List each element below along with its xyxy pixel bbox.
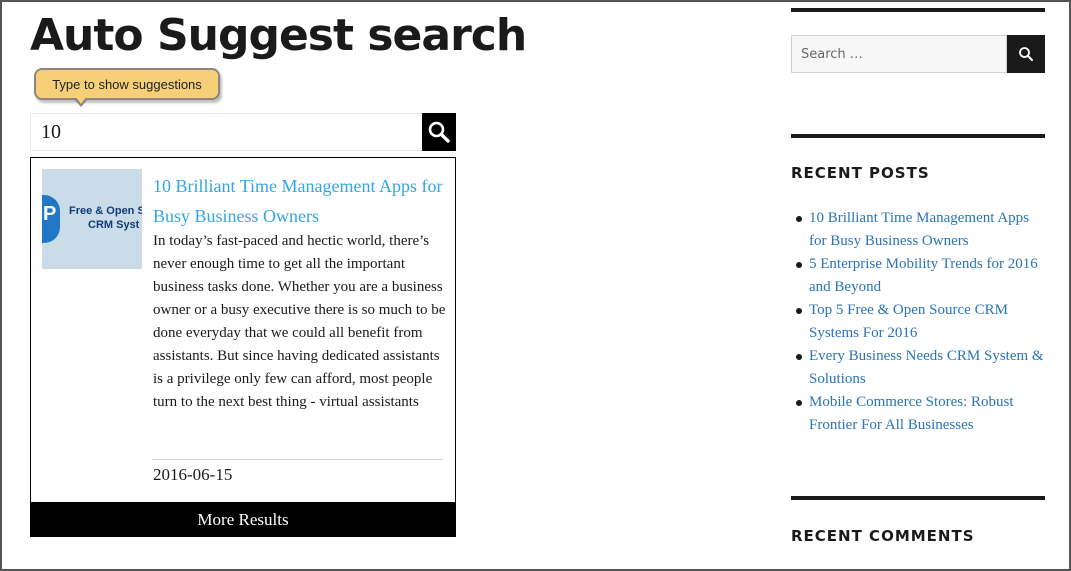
recent-post-link[interactable]: Top 5 Free & Open Source CRM Systems For… xyxy=(809,302,1008,341)
recent-post-link[interactable]: 5 Enterprise Mobility Trends for 2016 an… xyxy=(809,256,1038,295)
thumbnail-text-line2: CRM Syst xyxy=(88,219,140,231)
list-item: 10 Brilliant Time Management Apps for Bu… xyxy=(793,207,1049,253)
sidebar-search xyxy=(791,35,1045,73)
thumbnail-letter: P xyxy=(43,203,57,225)
list-item: Every Business Needs CRM System & Soluti… xyxy=(793,345,1049,391)
result-date: 2016-06-15 xyxy=(153,465,233,484)
auto-suggest-input[interactable] xyxy=(30,113,422,151)
sidebar-search-button[interactable] xyxy=(1007,35,1045,73)
result-excerpt: In today’s fast-paced and hectic world, … xyxy=(153,233,446,410)
search-icon xyxy=(1019,47,1033,61)
recent-posts-list: 10 Brilliant Time Management Apps for Bu… xyxy=(793,207,1049,437)
sidebar-divider xyxy=(791,496,1045,500)
result-thumbnail[interactable]: P Free & Open S CRM Syst xyxy=(42,169,142,269)
search-icon xyxy=(428,121,450,143)
recent-post-link[interactable]: Mobile Commerce Stores: Robust Frontier … xyxy=(809,394,1014,433)
page-title: Auto Suggest search xyxy=(30,10,527,61)
result-title-link[interactable]: 10 Brilliant Time Management Apps for Bu… xyxy=(153,171,449,231)
recent-comments-heading: RECENT COMMENTS xyxy=(791,527,975,545)
sidebar-divider xyxy=(791,8,1045,12)
tooltip-tail xyxy=(74,97,88,107)
tooltip-text: Type to show suggestions xyxy=(52,76,202,92)
auto-suggest-search-button[interactable] xyxy=(422,113,456,151)
result-divider xyxy=(153,459,443,460)
sidebar-search-input[interactable] xyxy=(791,35,1007,73)
suggestion-tooltip: Type to show suggestions xyxy=(34,68,220,107)
recent-post-link[interactable]: Every Business Needs CRM System & Soluti… xyxy=(809,348,1044,387)
recent-post-link[interactable]: 10 Brilliant Time Management Apps for Bu… xyxy=(809,210,1029,249)
list-item: 5 Enterprise Mobility Trends for 2016 an… xyxy=(793,253,1049,299)
list-item: Top 5 Free & Open Source CRM Systems For… xyxy=(793,299,1049,345)
more-results-button[interactable]: More Results xyxy=(30,502,456,537)
suggestion-dropdown: P Free & Open S CRM Syst 10 Brilliant Ti… xyxy=(30,157,456,537)
recent-posts-heading: RECENT POSTS xyxy=(791,164,930,182)
list-item: Mobile Commerce Stores: Robust Frontier … xyxy=(793,391,1049,437)
thumbnail-text-line1: Free & Open S xyxy=(69,205,142,217)
auto-suggest-search xyxy=(30,113,456,151)
sidebar-divider xyxy=(791,134,1045,138)
